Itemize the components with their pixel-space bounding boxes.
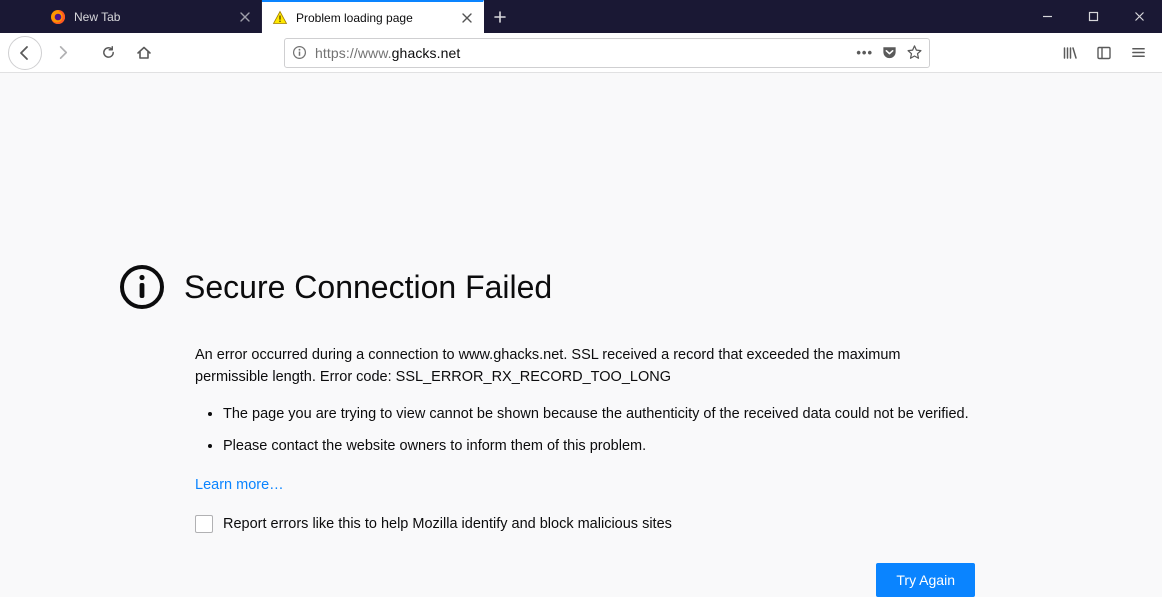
forward-button[interactable] <box>46 37 78 69</box>
tab-label: New Tab <box>74 10 229 24</box>
tab-label: Problem loading page <box>296 11 451 25</box>
tab-strip: New Tab Problem loading page <box>0 0 1162 33</box>
report-label: Report errors like this to help Mozilla … <box>223 516 672 532</box>
close-icon[interactable] <box>459 10 475 26</box>
report-checkbox[interactable] <box>195 515 213 533</box>
new-tab-button[interactable] <box>484 0 516 33</box>
app-menu-button[interactable] <box>1122 37 1154 69</box>
minimize-button[interactable] <box>1024 0 1070 33</box>
learn-more-link[interactable]: Learn more… <box>195 477 284 493</box>
error-bullet-list: The page you are trying to view cannot b… <box>195 403 975 458</box>
toolbar: https://www.ghacks.net ••• <box>0 33 1162 73</box>
reload-button[interactable] <box>92 37 124 69</box>
close-window-button[interactable] <box>1116 0 1162 33</box>
url-text: https://www.ghacks.net <box>315 45 856 61</box>
firefox-icon <box>50 9 66 25</box>
url-domain: ghacks.net <box>392 45 461 61</box>
url-prefix: https://www. <box>315 45 392 61</box>
page-content: Secure Connection Failed An error occurr… <box>0 73 1162 597</box>
url-bar[interactable]: https://www.ghacks.net ••• <box>284 38 930 68</box>
identity-info-icon[interactable] <box>291 45 307 61</box>
pocket-icon[interactable] <box>881 44 898 61</box>
error-title: Secure Connection Failed <box>184 269 552 306</box>
sidebar-button[interactable] <box>1088 37 1120 69</box>
toolbar-right <box>1054 37 1154 69</box>
tab-new-tab[interactable]: New Tab <box>40 0 262 33</box>
error-container: Secure Connection Failed An error occurr… <box>195 263 975 597</box>
close-icon[interactable] <box>237 9 253 25</box>
maximize-button[interactable] <box>1070 0 1116 33</box>
warning-icon <box>272 10 288 26</box>
window-controls <box>1024 0 1162 33</box>
library-button[interactable] <box>1054 37 1086 69</box>
error-bullet: The page you are trying to view cannot b… <box>223 403 975 425</box>
home-button[interactable] <box>128 37 160 69</box>
page-actions-icon[interactable]: ••• <box>856 45 873 60</box>
bookmark-star-icon[interactable] <box>906 44 923 61</box>
tab-problem-loading[interactable]: Problem loading page <box>262 0 484 33</box>
back-button[interactable] <box>8 36 42 70</box>
info-circle-icon <box>118 263 166 311</box>
error-description: An error occurred during a connection to… <box>195 345 975 389</box>
try-again-button[interactable]: Try Again <box>876 563 975 597</box>
url-actions: ••• <box>856 44 923 61</box>
error-bullet: Please contact the website owners to inf… <box>223 435 975 457</box>
